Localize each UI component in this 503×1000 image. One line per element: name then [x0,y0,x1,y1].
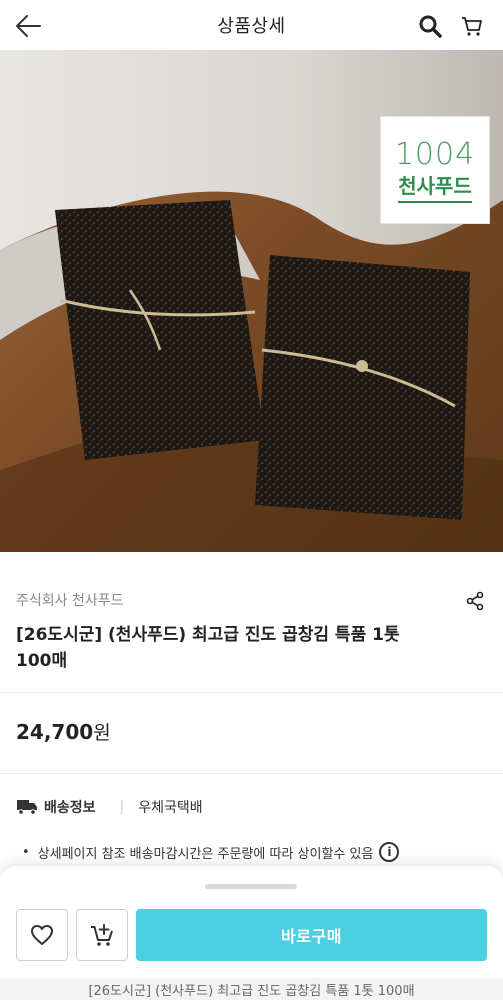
add-to-cart-button[interactable] [76,909,128,961]
product-price: 24,700원 [16,718,111,745]
logo-number: 1004 [394,137,476,172]
logo-name: 천사푸드 [398,173,472,203]
sheet-drag-handle[interactable] [205,884,297,889]
divider [0,773,503,774]
cart-button[interactable] [456,10,488,42]
product-image-carousel[interactable]: 1004 천사푸드 [0,50,503,552]
divider [0,692,503,693]
top-bar: 상품상세 [0,0,503,50]
footer-product-name: [26도시군] (천사푸드) 최고급 진도 곱창김 특품 1톳 100매 [0,978,503,1000]
shipping-label: 배송정보 [44,800,96,816]
truck-icon [17,800,37,815]
shipping-notice: • 상세페이지 참조 배송마감시간은 주문량에 따라 상이할수 있음 i [22,842,400,862]
search-button[interactable] [414,10,446,42]
product-title: [26도시군] (천사푸드) 최고급 진도 곱창김 특품 1톳 100매 [16,625,400,671]
search-icon [419,15,442,38]
info-icon[interactable]: i [379,842,400,862]
share-icon [466,591,484,611]
wishlist-button[interactable] [16,909,68,961]
cart-add-icon [91,924,113,946]
shipping-separator: | [119,799,125,815]
share-button[interactable] [462,588,488,614]
heart-icon [31,925,53,945]
arrow-left-icon [16,15,41,37]
shipping-info: 배송정보 | 우체국택배 [16,796,203,818]
price-unit: 원 [93,722,111,744]
buy-now-button[interactable]: 바로구매 [136,909,487,961]
back-button[interactable] [10,8,46,44]
seller-name[interactable]: 주식회사 천사푸드 [16,590,124,610]
bullet: • [22,844,30,860]
page-title: 상품상세 [217,16,286,37]
cart-icon [462,17,482,36]
shipping-method: 우체국택배 [138,800,203,816]
price-value: 24,700 [16,720,94,744]
notice-text: 상세페이지 참조 배송마감시간은 주문량에 따라 상이할수 있음 [37,846,374,862]
brand-logo: 1004 천사푸드 [380,116,490,224]
